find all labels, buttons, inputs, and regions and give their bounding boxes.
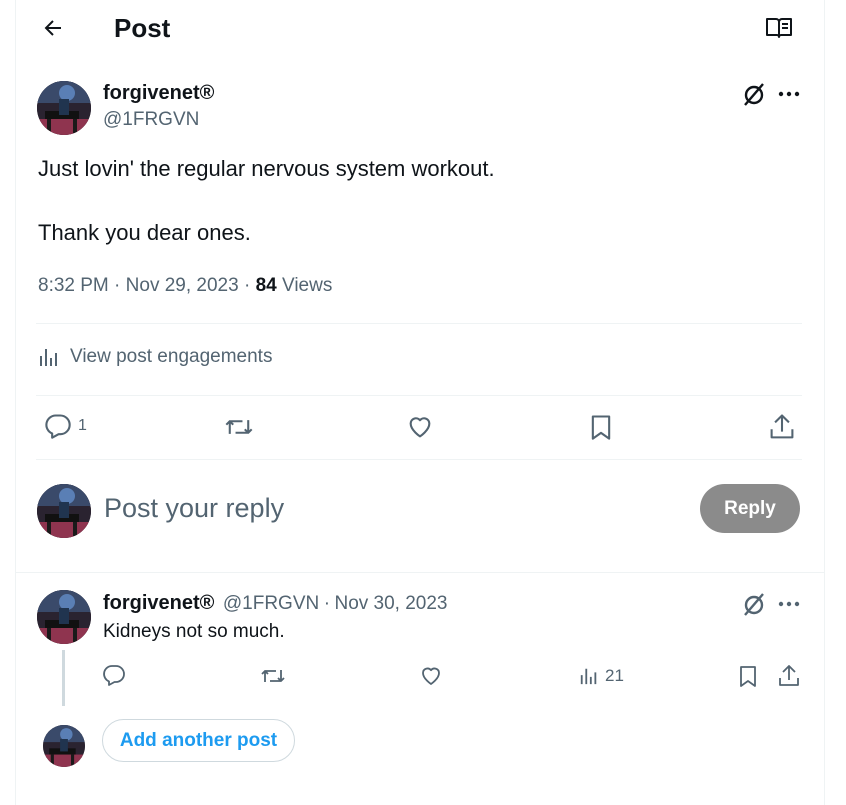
author-avatar[interactable]	[37, 81, 91, 135]
views-label: Views	[282, 275, 333, 296]
reader-mode-button[interactable]	[762, 12, 796, 44]
views-count: 84	[255, 275, 277, 296]
post-text-line-1: Just lovin' the regular nervous system w…	[38, 156, 495, 181]
add-another-post-button[interactable]: Add another post	[102, 719, 295, 762]
reply-text: Kidneys not so much.	[103, 621, 285, 642]
post-text-line-2: Thank you dear ones.	[38, 220, 251, 245]
post-time[interactable]: 8:32 PM	[38, 275, 109, 296]
reply-button[interactable]: Reply	[700, 484, 800, 533]
like-action[interactable]	[406, 413, 434, 441]
more-dots-icon	[778, 601, 800, 607]
back-arrow-icon	[44, 20, 61, 36]
reply-date[interactable]: Nov 30, 2023	[334, 593, 447, 614]
post-meta: 8:32 PM · Nov 29, 2023 · 84 Views	[38, 275, 333, 296]
engagements-label: View post engagements	[70, 346, 273, 367]
reply-views-count: 21	[605, 666, 624, 685]
reply-grok-button[interactable]	[740, 590, 768, 618]
reply-author-name[interactable]: forgivenet®	[103, 592, 214, 614]
reply-bookmark-action[interactable]	[737, 664, 759, 688]
back-button[interactable]	[36, 11, 70, 45]
heart-icon	[409, 417, 431, 438]
grok-icon	[744, 83, 764, 106]
more-dots-icon	[778, 91, 800, 97]
add-post-avatar	[43, 725, 85, 767]
reply-views-action[interactable]: 21	[579, 665, 624, 687]
analytics-icon	[40, 349, 57, 366]
analytics-icon	[580, 668, 597, 685]
reply-author-avatar[interactable]	[37, 590, 91, 644]
my-avatar[interactable]	[37, 484, 91, 538]
reply-bubble-icon	[103, 665, 125, 686]
reply-repost-action[interactable]	[260, 664, 286, 688]
repost-icon	[261, 670, 285, 682]
avatar-image	[37, 484, 91, 538]
divider	[36, 323, 802, 324]
heart-icon	[422, 667, 440, 685]
more-options-button[interactable]	[776, 82, 802, 106]
reply-more-options-button[interactable]	[776, 592, 802, 616]
open-book-icon	[766, 18, 792, 38]
post-date[interactable]: Nov 29, 2023	[126, 275, 239, 296]
reply-header: forgivenet® @1FRGVN · Nov 30, 2023	[103, 592, 448, 614]
thread-line	[62, 650, 65, 706]
bookmark-action[interactable]	[588, 413, 614, 441]
avatar-image	[43, 725, 85, 767]
reply-author-handle[interactable]: @1FRGVN	[223, 593, 319, 614]
reply-like-action[interactable]	[419, 664, 443, 688]
author-name[interactable]: forgivenet®	[103, 81, 214, 105]
share-icon	[779, 665, 799, 686]
reply-share-action[interactable]	[777, 663, 801, 689]
grok-icon	[744, 593, 764, 616]
reply-count: 1	[78, 417, 87, 434]
avatar-image	[37, 590, 91, 644]
repost-icon	[225, 420, 253, 434]
view-engagements-link[interactable]: View post engagements	[38, 346, 272, 368]
page-title: Post	[114, 13, 171, 43]
share-icon	[770, 414, 794, 439]
author-handle[interactable]: @1FRGVN	[103, 108, 199, 132]
bookmark-icon	[591, 415, 611, 440]
repost-action[interactable]	[224, 413, 254, 441]
grok-button[interactable]	[740, 80, 768, 108]
bookmark-icon	[740, 666, 756, 687]
reply-bubble-icon	[45, 414, 71, 439]
avatar-image	[37, 81, 91, 135]
divider	[36, 459, 802, 460]
reply-input[interactable]: Post your reply	[104, 491, 284, 525]
reply-action[interactable]: 1	[44, 412, 87, 440]
share-action[interactable]	[768, 412, 796, 442]
divider	[36, 395, 802, 396]
divider	[16, 572, 824, 573]
reply-reply-action[interactable]	[102, 663, 126, 687]
